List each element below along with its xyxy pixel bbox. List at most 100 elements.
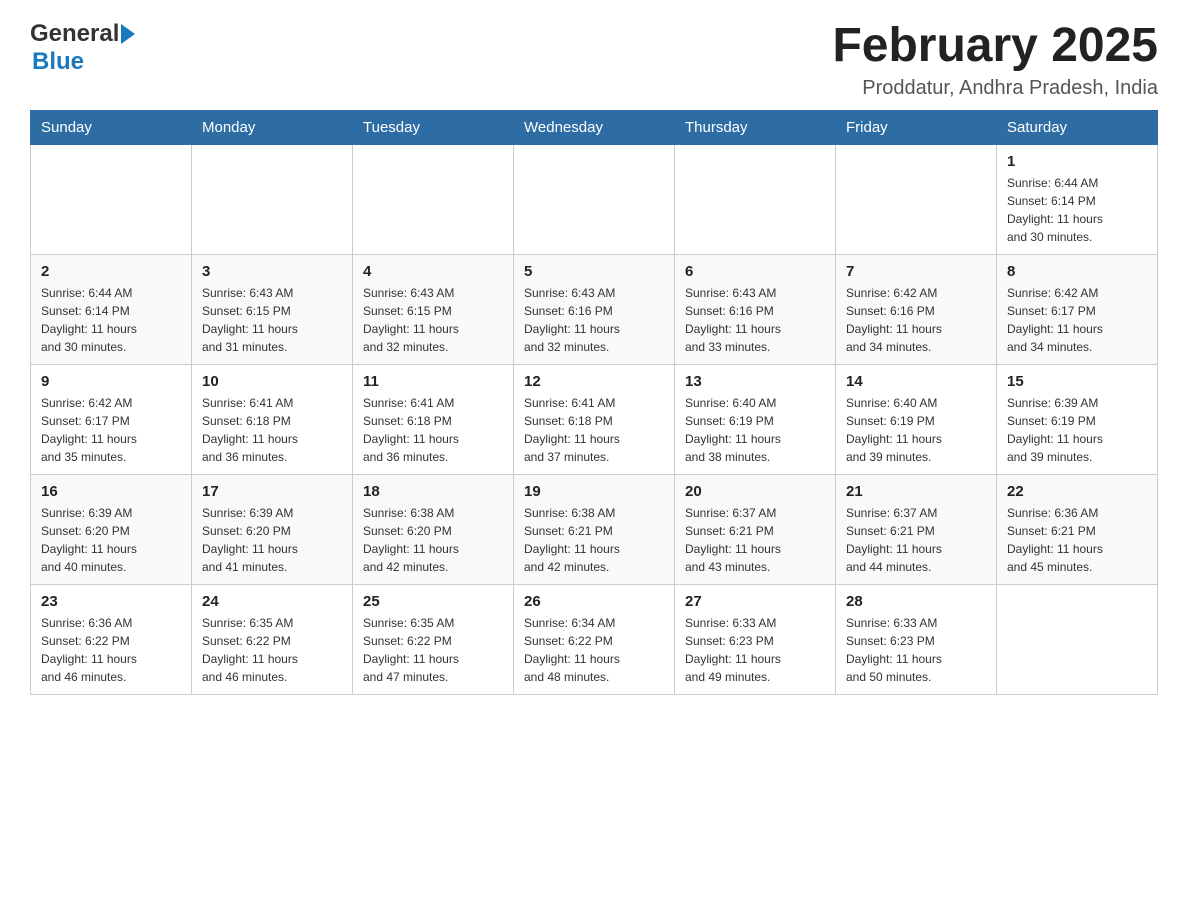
day-info: Sunrise: 6:41 AM Sunset: 6:18 PM Dayligh… [363,394,503,466]
day-info: Sunrise: 6:43 AM Sunset: 6:15 PM Dayligh… [202,284,342,356]
day-number: 4 [363,263,503,280]
calendar-week-row: 1 Sunrise: 6:44 AM Sunset: 6:14 PM Daylig… [31,144,1158,254]
day-number: 21 [846,483,986,500]
calendar-cell: 6Sunrise: 6:43 AM Sunset: 6:16 PM Daylig… [675,254,836,364]
calendar-cell: 26 Sunrise: 6:34 AM Sunset: 6:22 PM Dayli… [514,584,675,694]
calendar-week-row: 2 Sunrise: 6:44 AM Sunset: 6:14 PM Daylig… [31,254,1158,364]
calendar-cell: 19 Sunrise: 6:38 AM Sunset: 6:21 PM Dayli… [514,474,675,584]
calendar-header-row: SundayMondayTuesdayWednesdayThursdayFrid… [31,110,1158,144]
calendar-cell: 2 Sunrise: 6:44 AM Sunset: 6:14 PM Daylig… [31,254,192,364]
day-info: Sunrise: 6:42 AM Sunset: 6:17 PM Dayligh… [1007,284,1147,356]
day-number: 9 [41,373,181,390]
page-header: General Blue February 2025 Proddatur, An… [30,20,1158,100]
calendar-cell: 28Sunrise: 6:33 AM Sunset: 6:23 PM Dayli… [836,584,997,694]
day-number: 27 [685,593,825,610]
day-number: 1 [1007,153,1147,170]
day-info: Sunrise: 6:43 AM Sunset: 6:16 PM Dayligh… [524,284,664,356]
logo-general-text: General [30,20,119,48]
calendar-week-row: 16Sunrise: 6:39 AM Sunset: 6:20 PM Dayli… [31,474,1158,584]
calendar-cell [997,584,1158,694]
calendar-cell: 18 Sunrise: 6:38 AM Sunset: 6:20 PM Dayli… [353,474,514,584]
calendar-cell: 25 Sunrise: 6:35 AM Sunset: 6:22 PM Dayli… [353,584,514,694]
calendar-header-sunday: Sunday [31,110,192,144]
calendar-cell: 13 Sunrise: 6:40 AM Sunset: 6:19 PM Dayli… [675,364,836,474]
day-info: Sunrise: 6:39 AM Sunset: 6:20 PM Dayligh… [41,504,181,576]
day-number: 25 [363,593,503,610]
day-info: Sunrise: 6:36 AM Sunset: 6:21 PM Dayligh… [1007,504,1147,576]
logo-blue-text: Blue [32,48,84,75]
day-info: Sunrise: 6:38 AM Sunset: 6:21 PM Dayligh… [524,504,664,576]
month-title: February 2025 [832,20,1158,73]
day-number: 26 [524,593,664,610]
day-info: Sunrise: 6:36 AM Sunset: 6:22 PM Dayligh… [41,614,181,686]
day-number: 15 [1007,373,1147,390]
day-info: Sunrise: 6:42 AM Sunset: 6:17 PM Dayligh… [41,394,181,466]
calendar-cell [31,144,192,254]
calendar-header-wednesday: Wednesday [514,110,675,144]
calendar-cell [514,144,675,254]
day-info: Sunrise: 6:39 AM Sunset: 6:19 PM Dayligh… [1007,394,1147,466]
day-info: Sunrise: 6:43 AM Sunset: 6:15 PM Dayligh… [363,284,503,356]
day-number: 5 [524,263,664,280]
day-info: Sunrise: 6:38 AM Sunset: 6:20 PM Dayligh… [363,504,503,576]
calendar-cell: 22Sunrise: 6:36 AM Sunset: 6:21 PM Dayli… [997,474,1158,584]
calendar-cell: 24 Sunrise: 6:35 AM Sunset: 6:22 PM Dayli… [192,584,353,694]
calendar-table: SundayMondayTuesdayWednesdayThursdayFrid… [30,110,1158,695]
location-subtitle: Proddatur, Andhra Pradesh, India [832,77,1158,100]
day-number: 28 [846,593,986,610]
logo-triangle-icon [121,24,135,44]
day-number: 2 [41,263,181,280]
calendar-cell: 4 Sunrise: 6:43 AM Sunset: 6:15 PM Daylig… [353,254,514,364]
title-section: February 2025 Proddatur, Andhra Pradesh,… [832,20,1158,100]
calendar-header-monday: Monday [192,110,353,144]
day-info: Sunrise: 6:44 AM Sunset: 6:14 PM Dayligh… [41,284,181,356]
day-number: 19 [524,483,664,500]
calendar-cell [192,144,353,254]
day-number: 6 [685,263,825,280]
day-number: 24 [202,593,342,610]
day-number: 20 [685,483,825,500]
day-info: Sunrise: 6:39 AM Sunset: 6:20 PM Dayligh… [202,504,342,576]
calendar-cell: 3 Sunrise: 6:43 AM Sunset: 6:15 PM Daylig… [192,254,353,364]
day-number: 14 [846,373,986,390]
day-number: 3 [202,263,342,280]
calendar-header-tuesday: Tuesday [353,110,514,144]
calendar-cell: 7 Sunrise: 6:42 AM Sunset: 6:16 PM Daylig… [836,254,997,364]
day-info: Sunrise: 6:40 AM Sunset: 6:19 PM Dayligh… [846,394,986,466]
calendar-cell: 20Sunrise: 6:37 AM Sunset: 6:21 PM Dayli… [675,474,836,584]
day-number: 8 [1007,263,1147,280]
calendar-cell: 21Sunrise: 6:37 AM Sunset: 6:21 PM Dayli… [836,474,997,584]
calendar-cell: 10 Sunrise: 6:41 AM Sunset: 6:18 PM Dayli… [192,364,353,474]
day-number: 13 [685,373,825,390]
day-info: Sunrise: 6:35 AM Sunset: 6:22 PM Dayligh… [363,614,503,686]
calendar-cell [836,144,997,254]
day-info: Sunrise: 6:34 AM Sunset: 6:22 PM Dayligh… [524,614,664,686]
calendar-week-row: 23Sunrise: 6:36 AM Sunset: 6:22 PM Dayli… [31,584,1158,694]
calendar-header-thursday: Thursday [675,110,836,144]
calendar-cell: 16Sunrise: 6:39 AM Sunset: 6:20 PM Dayli… [31,474,192,584]
calendar-cell: 14 Sunrise: 6:40 AM Sunset: 6:19 PM Dayli… [836,364,997,474]
day-number: 11 [363,373,503,390]
day-info: Sunrise: 6:42 AM Sunset: 6:16 PM Dayligh… [846,284,986,356]
logo: General Blue [30,20,135,76]
calendar-cell: 15 Sunrise: 6:39 AM Sunset: 6:19 PM Dayli… [997,364,1158,474]
calendar-header-saturday: Saturday [997,110,1158,144]
day-number: 7 [846,263,986,280]
calendar-cell [353,144,514,254]
day-info: Sunrise: 6:41 AM Sunset: 6:18 PM Dayligh… [202,394,342,466]
calendar-cell: 27 Sunrise: 6:33 AM Sunset: 6:23 PM Dayli… [675,584,836,694]
calendar-cell: 11 Sunrise: 6:41 AM Sunset: 6:18 PM Dayli… [353,364,514,474]
calendar-cell: 5 Sunrise: 6:43 AM Sunset: 6:16 PM Daylig… [514,254,675,364]
day-number: 18 [363,483,503,500]
calendar-cell: 12Sunrise: 6:41 AM Sunset: 6:18 PM Dayli… [514,364,675,474]
day-info: Sunrise: 6:44 AM Sunset: 6:14 PM Dayligh… [1007,174,1147,246]
calendar-cell: 8 Sunrise: 6:42 AM Sunset: 6:17 PM Daylig… [997,254,1158,364]
calendar-week-row: 9 Sunrise: 6:42 AM Sunset: 6:17 PM Daylig… [31,364,1158,474]
day-info: Sunrise: 6:35 AM Sunset: 6:22 PM Dayligh… [202,614,342,686]
calendar-header-friday: Friday [836,110,997,144]
day-info: Sunrise: 6:33 AM Sunset: 6:23 PM Dayligh… [685,614,825,686]
day-number: 10 [202,373,342,390]
day-info: Sunrise: 6:40 AM Sunset: 6:19 PM Dayligh… [685,394,825,466]
calendar-cell: 9 Sunrise: 6:42 AM Sunset: 6:17 PM Daylig… [31,364,192,474]
day-number: 17 [202,483,342,500]
